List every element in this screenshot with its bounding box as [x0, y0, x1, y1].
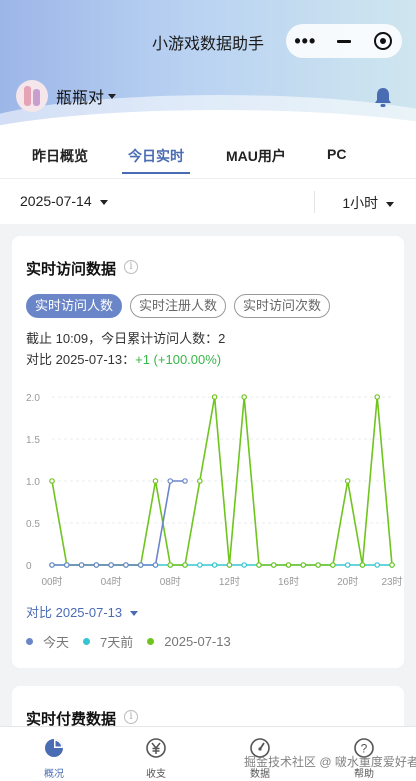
data-point — [167, 562, 174, 568]
info-icon[interactable]: i — [124, 710, 138, 724]
interval-value: 1小时 — [342, 195, 379, 211]
mini-program-capsule: ••• — [286, 24, 402, 58]
tab-bar: 昨日概览 今日实时 MAU用户 PC — [0, 138, 416, 178]
summary-delta: +1 (+100.00%) — [135, 352, 222, 367]
app-header: 小游戏数据助手 ••• 瓶瓶对 — [0, 0, 416, 140]
compare-date-selector[interactable]: 对比 2025-07-13 — [26, 602, 138, 621]
x-tick-label: 08时 — [160, 576, 181, 588]
data-point — [78, 562, 85, 568]
y-tick-label: 2.0 — [26, 393, 40, 404]
data-point — [197, 562, 203, 568]
data-point — [359, 562, 366, 568]
close-button[interactable] — [363, 24, 402, 58]
nav-overview[interactable]: 概况 — [24, 737, 84, 780]
legend-7-days-ago: 7天前 — [83, 632, 133, 651]
minimize-button[interactable] — [325, 24, 364, 58]
summary: 截止 10:09，今日累计访问人数：2 对比 2025-07-13：+1 (+1… — [26, 328, 225, 370]
bell-icon — [375, 88, 391, 107]
active-tab-indicator — [122, 172, 190, 174]
data-point — [270, 562, 277, 568]
tab-mau-users[interactable]: MAU用户 — [226, 146, 286, 166]
data-point — [123, 562, 129, 568]
nav-income-expense[interactable]: 收支 — [126, 737, 186, 780]
data-point — [211, 562, 218, 568]
realtime-line-chart: 0 0.5 1.0 1.5 2.0 00时 04时 08时 12时 16时 20时 23时 — [26, 393, 403, 588]
more-button[interactable]: ••• — [286, 24, 325, 58]
date-picker[interactable]: 2025-07-14 — [20, 193, 108, 209]
summary-cumulative: 截止 10:09，今日累计访问人数：2 — [26, 331, 226, 346]
data-point — [167, 478, 174, 484]
x-tick-label: 12时 — [219, 576, 240, 588]
legend-yesterday: 2025-07-13 — [147, 632, 231, 651]
card-title: 实时访问数据 — [26, 261, 117, 278]
chart-legend: 今天 7天前 2025-07-13 — [26, 632, 245, 651]
tab-yesterday-overview[interactable]: 昨日概览 — [32, 146, 88, 166]
data-point — [197, 478, 203, 484]
x-tick-label: 00时 — [41, 576, 62, 588]
data-point — [344, 562, 351, 568]
pill-realtime-visits[interactable]: 实时访问次数 — [234, 294, 331, 318]
user-name: 瓶瓶对 — [56, 90, 105, 107]
close-target-icon — [373, 32, 392, 50]
data-point — [93, 562, 100, 568]
data-point — [374, 394, 381, 400]
data-point — [63, 562, 70, 568]
data-point — [300, 562, 307, 568]
avatar — [16, 80, 48, 112]
data-point — [182, 562, 188, 568]
data-point — [315, 562, 321, 568]
y-tick-label: 1.5 — [26, 435, 40, 446]
data-point — [226, 562, 233, 568]
data-point — [344, 478, 351, 484]
yen-icon — [146, 738, 166, 758]
data-point — [49, 562, 55, 568]
data-point — [152, 478, 159, 484]
data-point — [137, 562, 144, 568]
nav-label: 概况 — [44, 769, 64, 780]
x-tick-label: 23时 — [381, 576, 402, 588]
data-point — [389, 562, 395, 568]
chevron-down-icon — [108, 93, 117, 99]
nav-label: 收支 — [146, 769, 166, 780]
date-value: 2025-07-14 — [20, 193, 92, 209]
data-point — [108, 562, 114, 568]
data-point — [49, 478, 55, 484]
pie-chart-icon — [45, 739, 63, 757]
info-icon[interactable]: i — [124, 260, 138, 274]
y-tick-label: 1.0 — [26, 477, 40, 488]
minimize-icon — [337, 39, 351, 43]
notification-button[interactable] — [372, 86, 394, 113]
summary-compare: 对比 2025-07-13：+1 (+100.00%) — [26, 352, 222, 367]
chevron-down-icon — [386, 201, 394, 207]
pill-realtime-registrations[interactable]: 实时注册人数 — [130, 294, 227, 318]
pill-realtime-visitors[interactable]: 实时访问人数 — [26, 294, 123, 318]
tab-pc[interactable]: PC — [327, 146, 346, 162]
filter-bar: 2025-07-14 1小时 — [0, 178, 416, 224]
data-point — [182, 478, 188, 484]
legend-today: 今天 — [26, 632, 69, 651]
data-point — [330, 562, 336, 568]
chevron-down-icon — [99, 199, 108, 205]
data-point — [285, 562, 292, 568]
tab-today-realtime[interactable]: 今日实时 — [128, 146, 184, 166]
divider — [314, 191, 315, 213]
data-point — [241, 562, 247, 568]
chevron-down-icon — [129, 611, 138, 617]
data-point — [152, 562, 159, 568]
x-tick-label: 16时 — [278, 576, 299, 588]
account-switcher[interactable]: 瓶瓶对 — [16, 80, 117, 112]
data-point — [211, 394, 218, 400]
data-point — [374, 562, 381, 568]
realtime-visit-card: 实时访问数据 i 实时访问人数 实时注册人数 实时访问次数 截止 10:09，今… — [12, 236, 404, 668]
interval-picker[interactable]: 1小时 — [342, 193, 394, 213]
more-dots-icon: ••• — [294, 30, 317, 51]
y-tick-label: 0 — [26, 561, 32, 572]
data-point — [241, 394, 247, 400]
data-point — [256, 562, 262, 568]
metric-selector: 实时访问人数 实时注册人数 实时访问次数 — [26, 294, 338, 318]
x-tick-label: 20时 — [337, 576, 358, 588]
watermark-text: 掘金技术社区 @ 啵水重度爱好者 — [244, 755, 416, 769]
y-tick-label: 0.5 — [26, 519, 40, 530]
x-tick-label: 04时 — [101, 576, 122, 588]
